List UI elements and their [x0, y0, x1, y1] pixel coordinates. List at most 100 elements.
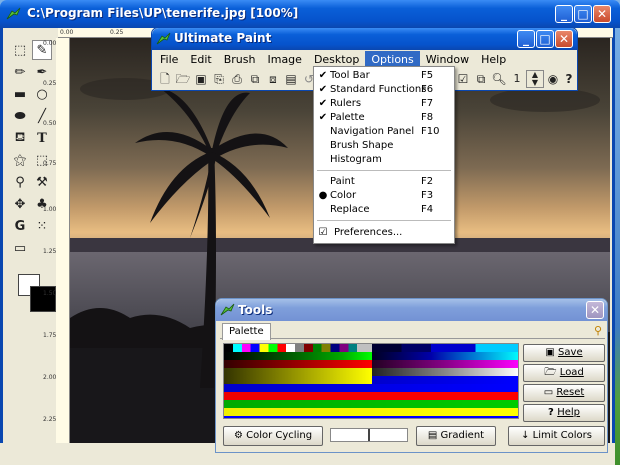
menu-option-rulers[interactable]: ✔ Rulers F7	[314, 97, 454, 111]
menu-option-label: Preferences...	[334, 227, 403, 238]
minimize-button[interactable]: _	[555, 5, 573, 23]
options-dropdown-menu: ✔ Tool Bar F5 ✔ Standard Functions F6 ✔ …	[313, 66, 455, 244]
selection-tool-icon[interactable]: ⬚	[10, 40, 30, 60]
check-icon: ✔	[318, 70, 328, 81]
rectangle-tool-icon[interactable]: ▬	[10, 84, 30, 104]
close-icon: ✕	[558, 32, 570, 46]
up-close-button[interactable]: ✕	[555, 30, 573, 48]
menu-option-shortcut: F10	[421, 126, 440, 137]
spray-tool-icon[interactable]: ⁙	[32, 216, 52, 236]
move-tool-icon[interactable]: ✥	[10, 194, 30, 214]
button-label: Save	[558, 347, 583, 358]
menu-option-navigation-panel[interactable]: Navigation Panel F10	[314, 125, 454, 139]
maximize-button[interactable]: □	[574, 5, 592, 23]
palette-row	[224, 392, 518, 400]
menu-separator	[317, 220, 451, 221]
menu-separator	[317, 170, 451, 171]
zoom-icon[interactable]: 🔍︎	[490, 70, 508, 88]
filled-ellipse-tool-icon[interactable]: ⬬	[10, 106, 30, 126]
tab-palette[interactable]: Palette	[222, 323, 271, 340]
button-label: Load	[559, 367, 584, 378]
clone-tool-icon[interactable]: ⚒	[32, 172, 52, 192]
menu-option-label: Color	[330, 190, 357, 201]
tools-title: Tools	[238, 303, 273, 317]
palette-reset-button[interactable]: ▭ Reset	[523, 384, 605, 402]
new-file-icon[interactable]: 🗋	[156, 70, 174, 88]
up-minimize-button[interactable]: _	[517, 30, 535, 48]
ultimate-paint-titlebar[interactable]: Ultimate Paint _ □ ✕	[152, 28, 577, 50]
print-icon[interactable]: ⎙	[228, 70, 246, 88]
slider-thumb[interactable]	[368, 429, 370, 441]
tools-window: Tools ✕ Palette ⚲ ▣ Save 🗁 Load ▭ Reset …	[215, 298, 608, 453]
limit-colors-button[interactable]: ↓ Limit Colors	[508, 426, 605, 446]
palette-help-button[interactable]: ? Help	[523, 404, 605, 422]
menu-option-color[interactable]: ● Color F3	[314, 189, 454, 203]
image-window-title: C:\Program Files\UP\tenerife.jpg [100%]	[27, 6, 299, 20]
ruler-label: 1.75	[43, 332, 57, 339]
save-file-icon[interactable]: ▣	[192, 70, 210, 88]
pencil-tool-icon[interactable]: ✏	[10, 62, 30, 82]
close-icon: ✕	[589, 303, 601, 317]
airbrush-tool-icon[interactable]: ✒	[32, 62, 52, 82]
ruler-label: 0.00	[43, 40, 57, 47]
check-icon: ✔	[318, 112, 328, 123]
fill-tool-icon[interactable]: ⛾	[10, 128, 30, 148]
open-multiple-icon[interactable]: ⎘	[210, 70, 228, 88]
text-tool-icon[interactable]: T	[32, 128, 52, 148]
close-icon: ✕	[596, 7, 608, 21]
tools-titlebar[interactable]: Tools ✕	[216, 299, 607, 321]
ruler-label: 0.25	[43, 80, 57, 87]
button-label: Limit Colors	[532, 430, 592, 441]
palette-save-button[interactable]: ▣ Save	[523, 344, 605, 362]
close-button[interactable]: ✕	[593, 5, 611, 23]
menu-option-histogram[interactable]: Histogram	[314, 153, 454, 167]
tools-close-button[interactable]: ✕	[586, 301, 604, 319]
menu-option-tool-bar[interactable]: ✔ Tool Bar F5	[314, 69, 454, 83]
menu-option-standard-functions[interactable]: ✔ Standard Functions F6	[314, 83, 454, 97]
menu-option-shortcut: F7	[421, 98, 434, 109]
help-question-icon[interactable]: ?	[560, 70, 578, 88]
menu-image[interactable]: Image	[261, 51, 307, 68]
palette-row	[224, 344, 518, 352]
menu-file[interactable]: File	[154, 51, 184, 68]
tools-tabstrip: Palette ⚲	[220, 323, 605, 340]
scan-icon[interactable]: ⧉	[246, 70, 264, 88]
layers-icon[interactable]: ⧉	[472, 70, 490, 88]
menu-help[interactable]: Help	[475, 51, 512, 68]
ultimate-paint-icon	[6, 7, 21, 20]
ruler-label: 1.25	[43, 248, 57, 255]
ruler-label: 1.00	[43, 206, 57, 213]
menu-option-paint[interactable]: Paint F2	[314, 175, 454, 189]
menu-option-preferences[interactable]: ☑ Preferences...	[314, 226, 454, 240]
palette-row	[224, 400, 518, 408]
menu-edit[interactable]: Edit	[184, 51, 217, 68]
preferences-icon: ☑	[318, 227, 328, 238]
menu-option-shortcut: F6	[421, 84, 434, 95]
image-window-titlebar[interactable]: C:\Program Files\UP\tenerife.jpg [100%] …	[0, 0, 620, 28]
color-cycling-button[interactable]: ⚙ Color Cycling	[223, 426, 323, 446]
gradient-tool-icon[interactable]: G	[10, 216, 30, 236]
eraser-tool-icon[interactable]: ▭	[10, 238, 30, 258]
brush-size-spinner[interactable]: ▲ ▼	[526, 70, 544, 88]
minimize-icon: _	[561, 7, 567, 21]
eyedropper-tool-icon[interactable]: ⚲	[10, 172, 30, 192]
export-icon[interactable]: ⧈	[264, 70, 282, 88]
gradient-button[interactable]: ▤ Gradient	[416, 426, 496, 446]
menu-option-brush-shape[interactable]: Brush Shape	[314, 139, 454, 153]
color-cycling-slider[interactable]	[330, 428, 408, 442]
menu-brush[interactable]: Brush	[218, 51, 262, 68]
ruler-label: 2.25	[43, 416, 57, 423]
menu-option-label: Replace	[330, 204, 370, 215]
menu-option-palette[interactable]: ✔ Palette F8	[314, 111, 454, 125]
ultimate-paint-icon	[156, 32, 171, 45]
checkbox-icon[interactable]: ☑	[454, 70, 472, 88]
ellipse-tool-icon[interactable]: ○	[32, 84, 52, 104]
color-palette-grid[interactable]	[223, 343, 519, 419]
up-maximize-button[interactable]: □	[536, 30, 554, 48]
magic-wand-icon[interactable]: ⚝	[10, 150, 30, 170]
palette-load-button[interactable]: 🗁 Load	[523, 364, 605, 382]
open-file-icon[interactable]: 🗁	[174, 70, 192, 88]
pin-icon[interactable]: ⚲	[594, 324, 602, 337]
menu-option-replace[interactable]: Replace F4	[314, 203, 454, 217]
folder-icon[interactable]: ▤	[282, 70, 300, 88]
